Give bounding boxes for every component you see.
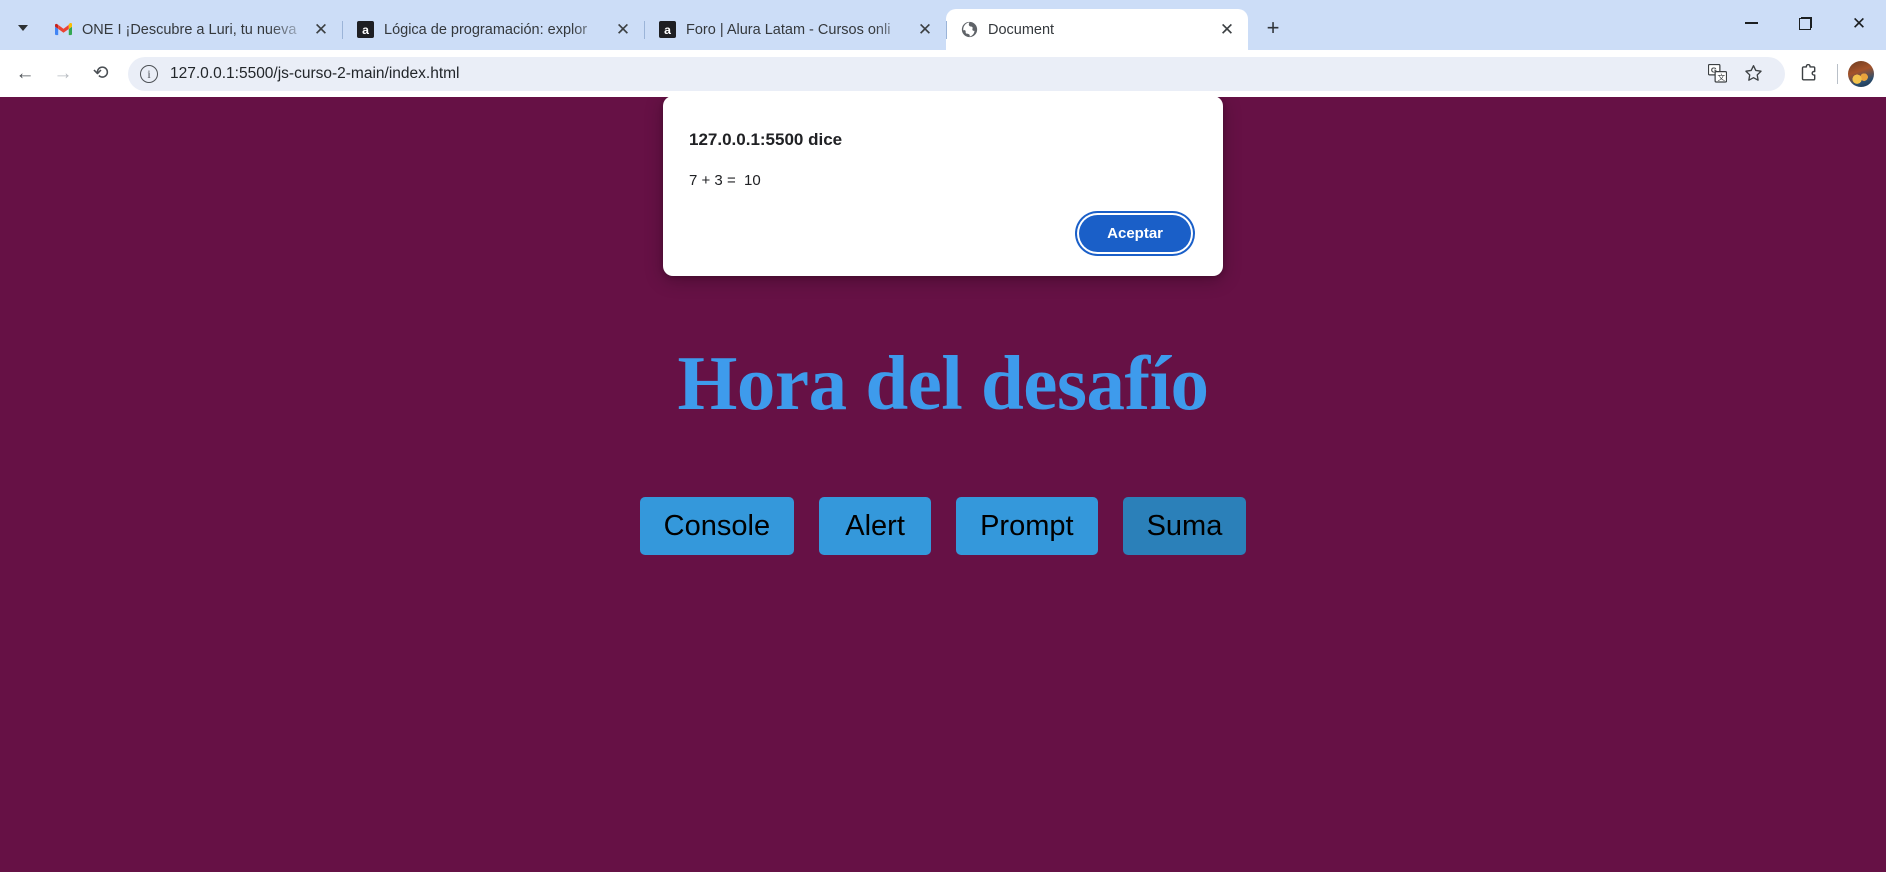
tab-strip: ONE I ¡Descubre a Luri, tu nueva ✕ a Lóg… bbox=[0, 0, 1886, 50]
dialog-title: 127.0.0.1:5500 dice bbox=[689, 130, 843, 149]
extensions-puzzle-icon bbox=[1801, 63, 1816, 80]
star-icon bbox=[1744, 65, 1762, 81]
alura-icon: a bbox=[658, 21, 676, 39]
minimize-button[interactable] bbox=[1724, 0, 1778, 46]
tab-title: Lógica de programación: explor bbox=[384, 21, 588, 38]
tab-title: ONE I ¡Descubre a Luri, tu nueva bbox=[82, 21, 297, 38]
tab-title: Document bbox=[988, 21, 1055, 38]
chevron-down-icon bbox=[18, 25, 28, 31]
restore-icon bbox=[1798, 16, 1812, 30]
globe-icon bbox=[960, 21, 978, 39]
javascript-alert-dialog: 127.0.0.1:5500 dice 7 + 3 = 10 Aceptar bbox=[663, 97, 1223, 276]
window-controls: ✕ bbox=[1724, 0, 1886, 46]
tab-search-button[interactable] bbox=[6, 11, 40, 45]
new-tab-button[interactable]: + bbox=[1256, 11, 1290, 45]
tab-close-button[interactable]: ✕ bbox=[310, 19, 332, 41]
suma-button[interactable]: Suma bbox=[1122, 497, 1247, 556]
restore-button[interactable] bbox=[1778, 0, 1832, 46]
forward-arrow-icon: → bbox=[53, 63, 73, 84]
tab-title: Foro | Alura Latam - Cursos onli bbox=[686, 21, 891, 38]
dialog-actions: Aceptar bbox=[689, 215, 1197, 258]
tab-separator bbox=[342, 21, 343, 39]
back-arrow-icon: ← bbox=[15, 63, 35, 84]
svg-text:a: a bbox=[362, 23, 369, 37]
tab-separator bbox=[644, 21, 645, 39]
bookmark-button[interactable] bbox=[1735, 57, 1771, 91]
prompt-button[interactable]: Prompt bbox=[956, 497, 1098, 556]
toolbar-right-actions bbox=[1791, 57, 1874, 91]
omnibox-actions: G 文 bbox=[1699, 57, 1771, 91]
forward-button[interactable]: → bbox=[44, 55, 82, 93]
toolbar-divider bbox=[1837, 63, 1838, 84]
browser-tab-gmail[interactable]: ONE I ¡Descubre a Luri, tu nueva ✕ bbox=[40, 9, 342, 50]
site-info-icon[interactable]: i bbox=[140, 64, 158, 83]
extensions-button[interactable] bbox=[1791, 57, 1827, 91]
minimize-icon bbox=[1744, 22, 1758, 24]
alert-button[interactable]: Alert bbox=[819, 497, 932, 556]
browser-tab-foro-alura[interactable]: a Foro | Alura Latam - Cursos onli ✕ bbox=[644, 9, 946, 50]
dialog-accept-button[interactable]: Aceptar bbox=[1079, 215, 1191, 252]
avatar[interactable] bbox=[1848, 60, 1874, 87]
gmail-icon bbox=[54, 21, 72, 39]
console-button[interactable]: Console bbox=[639, 497, 795, 556]
tab-list: ONE I ¡Descubre a Luri, tu nueva ✕ a Lóg… bbox=[40, 0, 1248, 50]
browser-tab-logica-programacion[interactable]: a Lógica de programación: explor ✕ bbox=[342, 9, 644, 50]
svg-text:文: 文 bbox=[1717, 72, 1725, 82]
tab-close-button[interactable]: ✕ bbox=[914, 19, 936, 41]
url-text: 127.0.0.1:5500/js-curso-2-main/index.htm… bbox=[170, 64, 460, 82]
page-viewport: Hora del desafío Console Alert Prompt Su… bbox=[0, 97, 1886, 872]
dialog-layer: 127.0.0.1:5500 dice 7 + 3 = 10 Aceptar bbox=[0, 97, 1886, 277]
close-window-button[interactable]: ✕ bbox=[1832, 0, 1886, 46]
tab-close-button[interactable]: ✕ bbox=[1216, 19, 1238, 41]
action-button-row: Console Alert Prompt Suma bbox=[0, 497, 1886, 556]
address-bar[interactable]: i 127.0.0.1:5500/js-curso-2-main/index.h… bbox=[128, 56, 1785, 91]
svg-text:a: a bbox=[664, 23, 671, 37]
alura-icon: a bbox=[356, 21, 374, 39]
browser-toolbar: ← → ⟳ i 127.0.0.1:5500/js-curso-2-main/i… bbox=[0, 50, 1886, 97]
tab-separator bbox=[946, 21, 947, 39]
reload-button[interactable]: ⟳ bbox=[82, 55, 120, 93]
reload-icon: ⟳ bbox=[93, 63, 109, 84]
page-title: Hora del desafío bbox=[677, 340, 1209, 426]
browser-tab-document[interactable]: Document ✕ bbox=[946, 9, 1248, 50]
dialog-message: 7 + 3 = 10 bbox=[689, 172, 761, 189]
translate-button[interactable]: G 文 bbox=[1699, 57, 1735, 91]
close-icon: ✕ bbox=[1851, 13, 1867, 33]
tab-close-button[interactable]: ✕ bbox=[612, 19, 634, 41]
browser-window: ONE I ¡Descubre a Luri, tu nueva ✕ a Lóg… bbox=[0, 0, 1886, 872]
translate-icon: G 文 bbox=[1707, 64, 1727, 83]
back-button[interactable]: ← bbox=[6, 55, 44, 93]
